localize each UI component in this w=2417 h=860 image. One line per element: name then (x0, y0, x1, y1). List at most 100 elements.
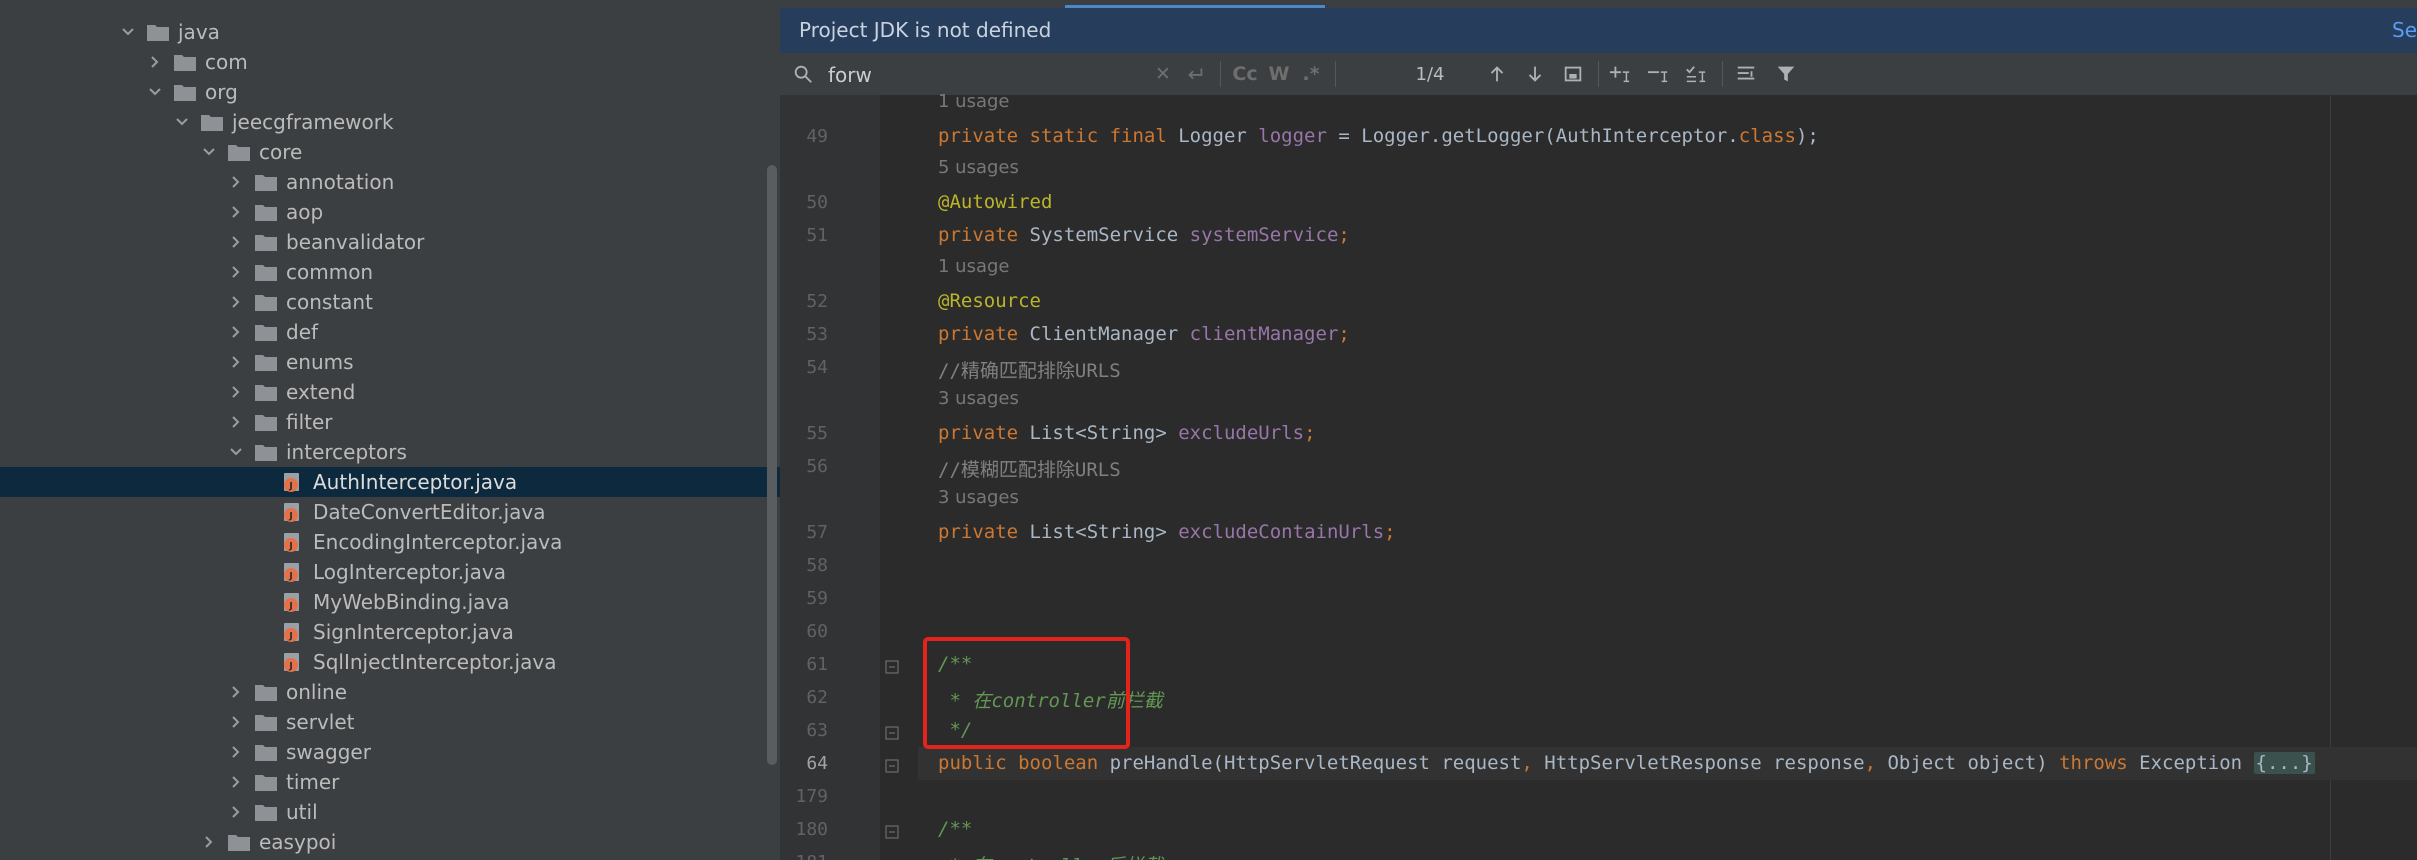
remove-occurrence-icon[interactable] (1640, 53, 1676, 95)
tree-node-label: interceptors (286, 440, 407, 464)
tree-folder-node[interactable]: enums (0, 347, 354, 377)
chevron-right-icon[interactable] (226, 412, 246, 432)
usage-hint[interactable]: 3 usages (938, 388, 1019, 409)
chevron-right-icon[interactable] (226, 382, 246, 402)
folder-icon (254, 232, 278, 252)
code-line[interactable]: public boolean preHandle(HttpServletRequ… (938, 752, 2315, 774)
tree-folder-node[interactable]: beanvalidator (0, 227, 424, 257)
tree-file-node[interactable]: J DateConvertEditor.java (0, 497, 546, 527)
tree-scrollbar[interactable] (767, 165, 777, 765)
code-line[interactable]: * 在controller后拦截 (938, 851, 1162, 860)
add-occurrence-icon[interactable] (1602, 53, 1638, 95)
chevron-right-icon[interactable] (226, 772, 246, 792)
code-line[interactable]: //模糊匹配排除URLS (938, 455, 1121, 482)
tree-folder-node[interactable]: def (0, 317, 318, 347)
chevron-right-icon[interactable] (226, 742, 246, 762)
editor-tab-strip[interactable] (780, 0, 2417, 8)
chevron-right-icon[interactable] (226, 232, 246, 252)
fold-marker-icon[interactable] (885, 758, 899, 773)
tree-file-node[interactable]: J SqlInjectInterceptor.java (0, 647, 556, 677)
chevron-right-icon[interactable] (226, 292, 246, 312)
search-settings-icon[interactable] (1728, 53, 1764, 95)
tree-folder-node[interactable]: org (0, 77, 238, 107)
clear-search-icon[interactable]: ✕ (1150, 53, 1176, 95)
code-line[interactable]: @Resource (938, 290, 1041, 312)
tree-file-node[interactable]: J SignInterceptor.java (0, 617, 514, 647)
fold-marker-icon[interactable] (885, 824, 899, 839)
new-line-icon[interactable] (1180, 53, 1210, 95)
setup-sdk-link[interactable]: Setup SDK (2392, 18, 2417, 42)
folder-icon (227, 142, 251, 162)
tree-folder-node[interactable]: easypoi (0, 827, 336, 857)
fold-marker-icon[interactable] (885, 659, 899, 674)
chevron-right-icon[interactable] (226, 802, 246, 822)
tree-folder-node[interactable]: interceptors (0, 437, 407, 467)
chevron-down-icon[interactable] (118, 22, 138, 42)
java-class-icon: J (281, 562, 305, 582)
code-token: ; (1338, 224, 1350, 246)
chevron-right-icon[interactable] (226, 682, 246, 702)
usage-hint[interactable]: 1 usage (938, 256, 1010, 277)
tree-folder-node[interactable]: jeecgframework (0, 107, 394, 137)
chevron-right-icon[interactable] (145, 52, 165, 72)
search-icon[interactable] (788, 53, 818, 95)
tree-folder-node[interactable]: util (0, 797, 318, 827)
tree-folder-node[interactable]: servlet (0, 707, 355, 737)
chevron-down-icon[interactable] (145, 82, 165, 102)
chevron-right-icon[interactable] (226, 322, 246, 342)
chevron-down-icon[interactable] (172, 112, 192, 132)
line-number: 63 (806, 720, 828, 741)
code-token: @Resource (938, 290, 1041, 312)
tree-folder-node[interactable]: online (0, 677, 347, 707)
code-line[interactable]: private static final Logger logger = Log… (938, 125, 1830, 147)
select-all-occurrences-icon[interactable] (1556, 53, 1590, 95)
chevron-right-icon[interactable] (226, 172, 246, 192)
folder-icon (173, 82, 197, 102)
tree-folder-node[interactable]: core (0, 137, 302, 167)
tree-folder-node[interactable]: common (0, 257, 373, 287)
tree-file-node[interactable]: J AuthInterceptor.java (0, 467, 517, 497)
usage-hint[interactable]: 3 usages (938, 487, 1019, 508)
chevron-right-icon[interactable] (226, 202, 246, 222)
tree-folder-node[interactable]: swagger (0, 737, 371, 767)
code-line[interactable]: /** (938, 818, 972, 840)
usage-hint[interactable]: 1 usage (938, 91, 1010, 112)
chevron-down-icon[interactable] (226, 442, 246, 462)
tree-folder-node[interactable]: filter (0, 407, 333, 437)
tree-folder-node[interactable]: aop (0, 197, 323, 227)
folder-icon (254, 742, 278, 762)
tree-file-node[interactable]: J EncodingInterceptor.java (0, 527, 562, 557)
tree-folder-node[interactable]: annotation (0, 167, 394, 197)
chevron-right-icon[interactable] (226, 352, 246, 372)
tree-file-node[interactable]: J MyWebBinding.java (0, 587, 510, 617)
select-all-matches-icon[interactable] (1678, 53, 1714, 95)
code-line[interactable]: @Autowired (938, 191, 1052, 213)
match-case-toggle[interactable]: Cc (1228, 53, 1262, 95)
tree-file-node[interactable]: J LogInterceptor.java (0, 557, 506, 587)
chevron-down-icon[interactable] (199, 142, 219, 162)
chevron-right-icon[interactable] (199, 832, 219, 852)
find-input[interactable] (826, 60, 1130, 90)
code-line[interactable]: private ClientManager clientManager; (938, 323, 1350, 345)
filter-icon[interactable] (1768, 53, 1804, 95)
words-toggle[interactable]: W (1264, 53, 1294, 95)
tree-folder-node[interactable]: timer (0, 767, 339, 797)
code-line[interactable]: private List<String> excludeUrls; (938, 422, 1316, 444)
chevron-right-icon[interactable] (226, 712, 246, 732)
tree-folder-node[interactable]: extend (0, 377, 355, 407)
usage-hint[interactable]: 5 usages (938, 157, 1019, 178)
code-line[interactable]: private List<String> excludeContainUrls; (938, 521, 1396, 543)
regex-toggle[interactable]: .* (1296, 53, 1326, 95)
code-line[interactable]: private SystemService systemService; (938, 224, 1350, 246)
fold-marker-icon[interactable] (885, 725, 899, 740)
tree-node-label: SignInterceptor.java (313, 620, 514, 644)
tree-folder-node[interactable]: java (0, 17, 220, 47)
tree-node-label: util (286, 800, 318, 824)
code-token: ; (1338, 323, 1350, 345)
tree-folder-node[interactable]: com (0, 47, 248, 77)
previous-occurrence-icon[interactable] (1480, 53, 1514, 95)
next-occurrence-icon[interactable] (1518, 53, 1552, 95)
tree-folder-node[interactable]: constant (0, 287, 373, 317)
code-line[interactable]: //精确匹配排除URLS (938, 356, 1121, 383)
chevron-right-icon[interactable] (226, 262, 246, 282)
